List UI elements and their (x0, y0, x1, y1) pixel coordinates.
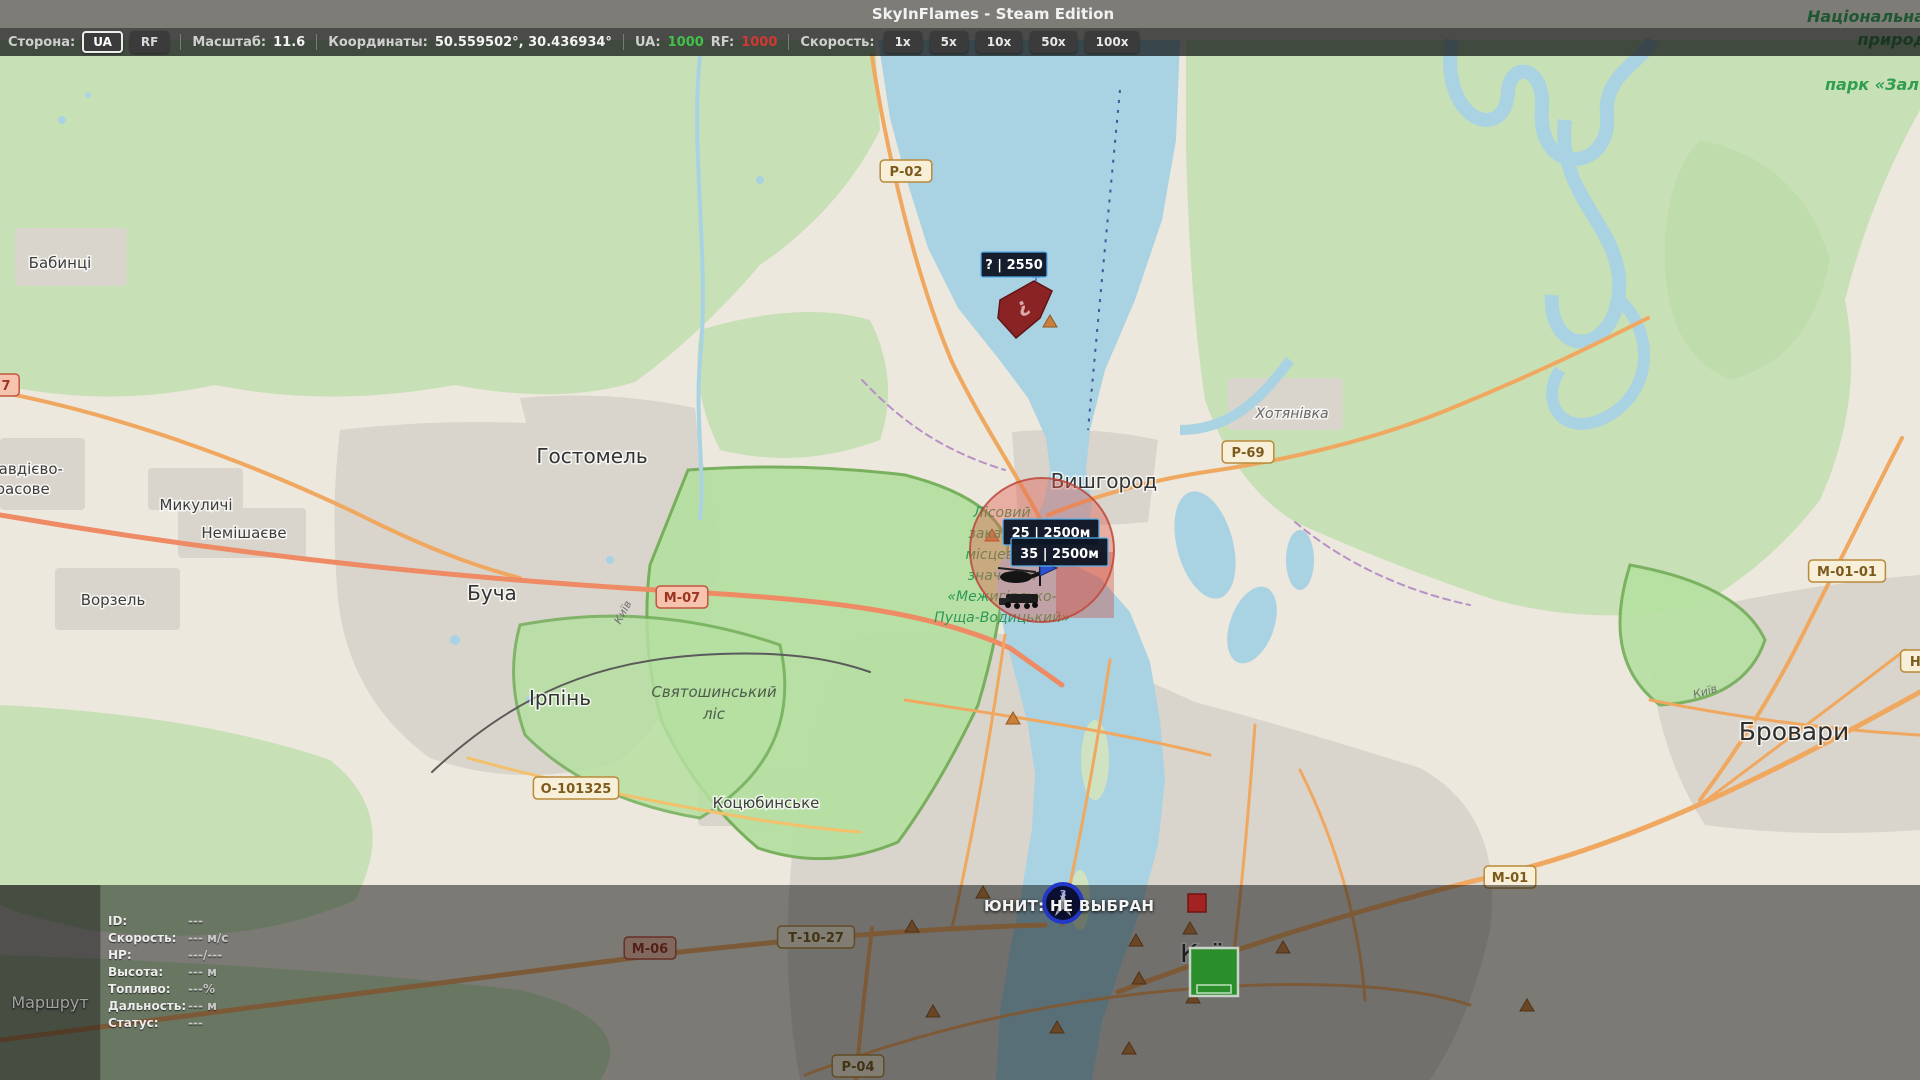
reserve-label-line: місцевого (965, 547, 1038, 563)
left-rail: Маршрут (0, 885, 101, 1080)
stat-value: ---% (188, 981, 215, 998)
window-title: SkyInFlames - Steam Edition (872, 5, 1114, 23)
toolbar-divider (180, 34, 181, 50)
game-screen: Р-02Р-69М-07М-01-01О-101325М-01Т-10-27М-… (0, 0, 1920, 1080)
speed-buttons: 1x 5x 10x 50x 100x (884, 31, 1140, 53)
stat-label: Дальность: (108, 998, 188, 1015)
stat-row: Статус:--- (108, 1015, 228, 1032)
map-label: ліс (702, 705, 726, 723)
map-label: Ірпінь (529, 686, 591, 710)
map-label: Гостомель (536, 444, 647, 468)
top-bar: SkyInFlames - Steam Edition Сторона: UA … (0, 0, 1920, 56)
map-label: Немішаєве (201, 524, 286, 542)
stat-label: HP: (108, 947, 188, 964)
stat-label: Статус: (108, 1015, 188, 1032)
map-label: лавдієво- (0, 460, 63, 478)
reserve-label-line: «Межигірсько- (947, 589, 1056, 605)
side-button-rf[interactable]: RF (130, 31, 169, 53)
stat-value: --- м/с (188, 930, 228, 947)
stat-label: Высота: (108, 964, 188, 981)
speed-button-10x[interactable]: 10x (976, 31, 1022, 53)
unit-status-text: ЮНИТ: НЕ ВЫБРАН (984, 897, 1154, 915)
side-label: Сторона: (8, 35, 75, 50)
toolbar: Сторона: UA RF Масштаб: 11.6 Координаты:… (0, 28, 1920, 56)
speed-button-50x[interactable]: 50x (1030, 31, 1076, 53)
stat-row: Дальность:--- м (108, 998, 228, 1015)
rf-score-label: RF: (711, 35, 734, 50)
unit-stats-panel: ID:---Скорость:--- м/сHP:---/---Высота:-… (108, 913, 228, 1032)
coords-label: Координаты: (328, 35, 428, 50)
stat-label: Топливо: (108, 981, 188, 998)
speed-button-100x[interactable]: 100x (1085, 31, 1140, 53)
speed-button-5x[interactable]: 5x (930, 31, 968, 53)
road-badge-label: Р-02 (889, 165, 922, 180)
map-label: Коцюбинське (713, 794, 820, 812)
road-badge-label: М-01-01 (1817, 565, 1877, 580)
scale-label: Масштаб: (192, 35, 266, 50)
map-label: Вишгород (1051, 469, 1158, 493)
rf-score-value: 1000 (741, 35, 777, 50)
stat-row: Топливо:---% (108, 981, 228, 998)
map-label: арасове (0, 480, 50, 498)
ua-score-label: UA: (635, 35, 661, 50)
speed-label: Скорость: (800, 35, 874, 50)
coords-value: 50.559502°, 30.436934° (435, 35, 612, 50)
scale-value: 11.6 (273, 35, 305, 50)
map-label: Святошинський (651, 683, 776, 701)
speed-button-1x[interactable]: 1x (884, 31, 922, 53)
stat-row: Высота:--- м (108, 964, 228, 981)
stat-value: --- м (188, 998, 217, 1015)
stat-row: HP:---/--- (108, 947, 228, 964)
map-label: Хотянівка (1254, 406, 1328, 422)
stat-row: Скорость:--- м/с (108, 930, 228, 947)
stat-row: ID:--- (108, 913, 228, 930)
reserve-label-line: Пуща-Водицький» (934, 610, 1070, 626)
reserve-label-line: Лісовий (972, 505, 1030, 521)
route-button[interactable]: Маршрут (0, 993, 100, 1012)
stat-label: ID: (108, 913, 188, 930)
road-badge-label: Р-69 (1231, 446, 1264, 461)
road-badge-label: О-101325 (541, 782, 612, 797)
park-label-line: парк «Зал (1825, 75, 1919, 94)
toolbar-divider (316, 34, 317, 50)
reserve-label-line: значення (968, 568, 1037, 584)
toolbar-divider (788, 34, 789, 50)
map-label: Бабинці (29, 254, 92, 272)
map-label: Буча (467, 581, 517, 605)
side-button-ua[interactable]: UA (82, 31, 123, 53)
stat-label: Скорость: (108, 930, 188, 947)
ua-score-value: 1000 (668, 35, 704, 50)
map-label: Микуличі (160, 496, 233, 514)
road-badge-label: 7 (1, 379, 10, 394)
stat-value: --- (188, 913, 203, 930)
stat-value: --- м (188, 964, 217, 981)
map-label: Ворзель (81, 591, 146, 609)
road-badge-label: М-01 (1492, 871, 1528, 886)
road-badge-label: Н- (1910, 655, 1920, 670)
stat-value: ---/--- (188, 947, 222, 964)
bottom-bar: Маршрут ID:---Скорость:--- м/сHP:---/---… (0, 885, 1920, 1080)
stat-value: --- (188, 1015, 203, 1032)
road-badge-label: М-07 (664, 591, 700, 606)
map-label: Бровари (1739, 717, 1850, 746)
reserve-label-line: заказник (968, 526, 1036, 542)
toolbar-divider (623, 34, 624, 50)
